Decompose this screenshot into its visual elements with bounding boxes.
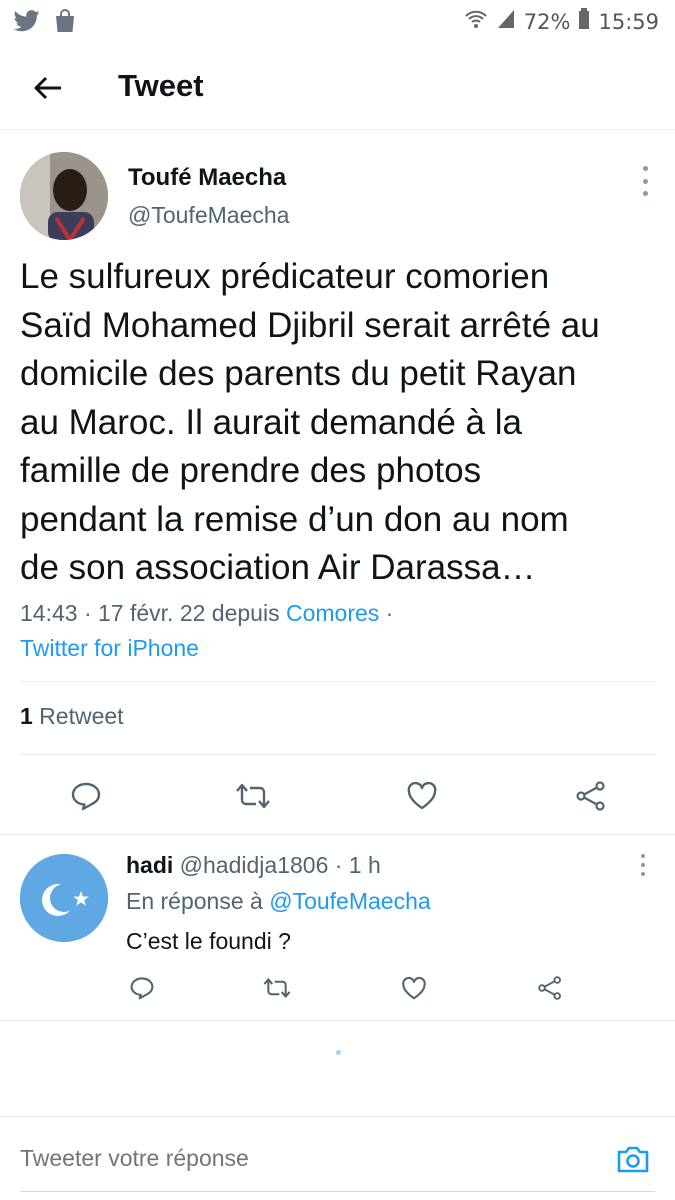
back-button[interactable] — [26, 66, 70, 110]
replying-to: En réponse à @ToufeMaecha — [126, 888, 431, 915]
reply-button[interactable] — [64, 774, 108, 818]
divider — [0, 1020, 675, 1021]
reply-icon — [130, 977, 154, 1000]
status-bar: 72% 15:59 — [0, 0, 675, 44]
retweet-button[interactable] — [231, 774, 275, 818]
camera-button[interactable] — [615, 1141, 651, 1177]
like-button[interactable] — [400, 774, 444, 818]
retweet-count: 1 — [20, 703, 33, 729]
retweet-button[interactable] — [259, 970, 295, 1006]
reply-composer — [0, 1116, 675, 1200]
more-options-icon[interactable] — [641, 166, 649, 196]
reply-author-name[interactable]: hadi — [126, 852, 173, 878]
meta-separator: · — [379, 600, 394, 626]
reply-tweet[interactable]: hadi @hadidja1806 · 1 h En réponse à @To… — [0, 836, 675, 1016]
retweet-icon — [263, 978, 291, 998]
reply-button[interactable] — [124, 970, 160, 1006]
reply-header: hadi @hadidja1806 · 1 h — [126, 852, 381, 879]
retweet-stats[interactable]: 1 Retweet — [20, 703, 124, 730]
divider — [20, 754, 655, 755]
camera-icon — [617, 1146, 649, 1173]
tweet-text-line: Le sulfureux prédicateur comorien — [20, 257, 550, 296]
tweet-text-line: domicile des parents du petit Rayan — [20, 354, 577, 393]
share-button[interactable] — [532, 970, 568, 1006]
tweet-meta: 14:43 · 17 févr. 22 depuis Comores · Twi… — [20, 596, 393, 666]
replying-to-label: En réponse à — [126, 888, 270, 914]
battery-icon — [578, 8, 590, 35]
location-link[interactable]: Comores — [286, 600, 379, 626]
twitter-bird-icon — [13, 10, 40, 37]
tweet-text: Le sulfureux prédicateur comorien Saïd Mo… — [20, 253, 660, 593]
battery-percent: 72% — [523, 9, 571, 34]
heart-icon — [402, 976, 426, 999]
header: Tweet — [0, 44, 675, 130]
page-title: Tweet — [118, 68, 204, 103]
reply-handle-time: @hadidja1806 · 1 h — [173, 852, 381, 878]
avatar[interactable] — [20, 152, 108, 240]
share-icon — [538, 976, 561, 1000]
tweet-author: Toufé Maecha @ToufeMaecha — [0, 130, 675, 240]
share-button[interactable] — [569, 774, 613, 818]
heart-icon — [407, 782, 437, 810]
author-handle[interactable]: @ToufeMaecha — [128, 202, 289, 229]
avatar[interactable] — [20, 854, 108, 942]
reply-text: C’est le foundi ? — [126, 928, 291, 954]
shopping-bag-icon — [54, 9, 76, 38]
reply-actions — [0, 970, 675, 1006]
reply-icon — [71, 782, 101, 811]
divider — [0, 834, 675, 835]
tweet-text-line: famille de prendre des photos — [20, 451, 482, 490]
wifi-icon — [464, 8, 488, 35]
divider — [20, 681, 655, 682]
reply-input[interactable] — [20, 1145, 580, 1172]
source-link[interactable]: Twitter for iPhone — [20, 635, 199, 661]
tweet-text-line: au Maroc. Il aurait demandé à la — [20, 402, 522, 442]
tweet-text-line: pendant la remise d’un don au nom — [20, 499, 569, 539]
replying-to-handle[interactable]: @ToufeMaecha — [269, 888, 430, 914]
signal-icon — [496, 8, 516, 35]
tweet-actions — [0, 774, 675, 818]
like-button[interactable] — [396, 970, 432, 1006]
tweet-text-line: Saïd Mohamed Djibril serait arrêté au — [20, 305, 600, 345]
author-name[interactable]: Toufé Maecha — [128, 164, 286, 192]
loading-indicator — [336, 1050, 341, 1055]
arrow-left-icon — [34, 76, 61, 100]
tweet-text-line: de son association Air Darassa… — [20, 548, 536, 587]
share-icon — [576, 781, 605, 811]
retweet-label: Retweet — [32, 703, 124, 729]
retweet-icon — [236, 783, 270, 809]
more-options-icon[interactable] — [639, 854, 647, 876]
tweet-timestamp: 14:43 · 17 févr. 22 depuis — [20, 600, 286, 626]
clock: 15:59 — [598, 9, 659, 34]
input-underline — [20, 1191, 655, 1192]
